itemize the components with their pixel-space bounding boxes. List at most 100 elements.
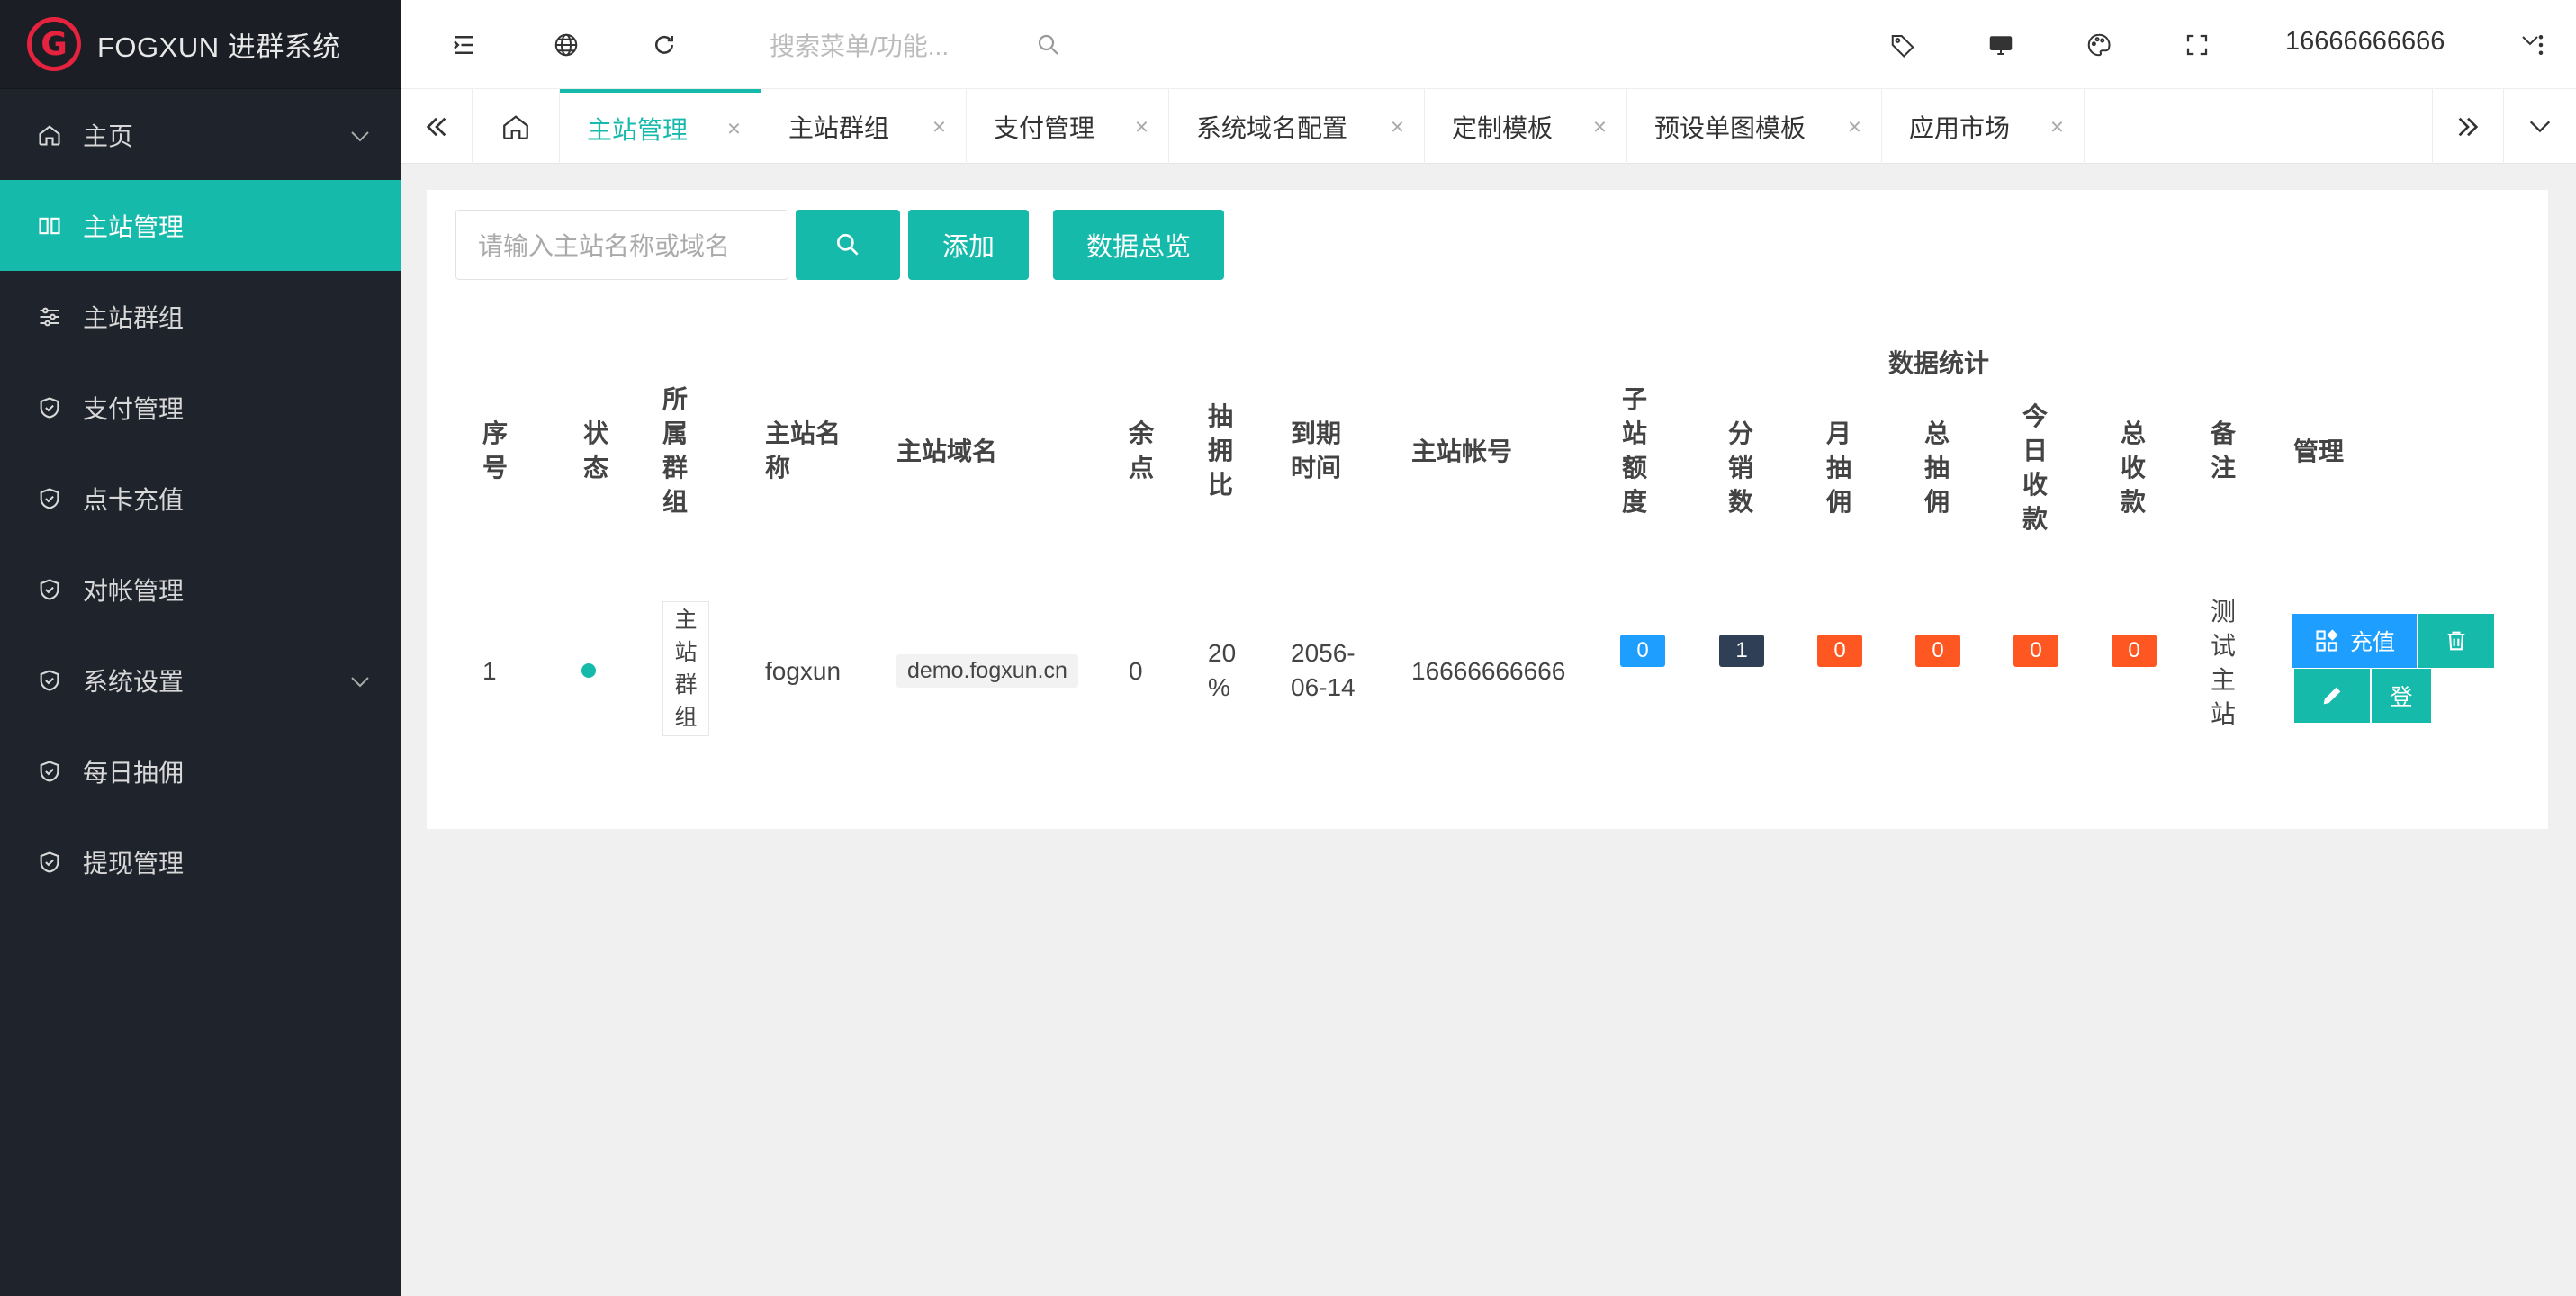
sidebar-item-site-groups[interactable]: 主站群组 xyxy=(0,271,401,362)
badge-distributors: 1 xyxy=(1719,634,1764,667)
tab-label: 定制模板 xyxy=(1452,113,1554,142)
cell-site-name: fogxun xyxy=(765,657,842,685)
search-icon xyxy=(837,234,859,256)
recharge-label: 充值 xyxy=(2349,630,2395,655)
cell-domain[interactable]: demo.fogxun.cn xyxy=(896,654,1078,688)
tab-app-market[interactable]: 应用市场 × xyxy=(1882,89,2085,164)
col-header-group: 所属群组 xyxy=(662,385,689,516)
tabs-menu-dropdown[interactable] xyxy=(2504,89,2576,164)
tab-label: 支付管理 xyxy=(994,113,1095,142)
close-icon[interactable]: × xyxy=(932,112,946,140)
sidebar-item-system-settings[interactable]: 系统设置 xyxy=(0,634,401,725)
sidebar-item-label: 系统设置 xyxy=(83,667,185,696)
fullscreen-icon[interactable] xyxy=(2181,29,2213,61)
shield-check-icon xyxy=(36,758,63,785)
refresh-icon[interactable] xyxy=(648,29,680,61)
sidebar-item-withdrawal[interactable]: 提现管理 xyxy=(0,816,401,907)
tab-preset-image-template[interactable]: 预设单图模板 × xyxy=(1627,89,1882,164)
logo-letter: G xyxy=(41,25,68,63)
app-title: FOGXUN 进群系统 xyxy=(97,31,341,63)
col-header-monthly: 月抽佣 xyxy=(1826,419,1852,516)
close-icon[interactable]: × xyxy=(1391,112,1404,140)
close-icon[interactable]: × xyxy=(1593,112,1607,140)
sidebar-nav: 主页 主站管理 主站群组 支付管理 点卡充值 对帐管理 系统设置 每日抽佣 提现… xyxy=(0,89,401,907)
cell-remark: 测试主站 xyxy=(2211,598,2237,728)
site-search-input[interactable]: 请输入主站名称或域名 xyxy=(455,210,788,280)
shield-check-icon xyxy=(36,394,63,421)
search-icon[interactable] xyxy=(1032,29,1065,61)
sidebar-item-label: 点卡充值 xyxy=(83,485,185,514)
tag-icon[interactable] xyxy=(1887,29,1919,61)
close-icon[interactable]: × xyxy=(1848,112,1861,140)
content-card: 请输入主站名称或域名 添加 数据总览 数据统计 序号 状态 所属群组 主站名称 … xyxy=(427,190,2548,829)
sidebar-item-label: 主站群组 xyxy=(83,303,185,332)
tab-home[interactable] xyxy=(473,89,560,164)
cell-account: 16666666666 xyxy=(1411,657,1566,685)
close-icon[interactable]: × xyxy=(727,114,741,142)
sidebar-item-card-recharge[interactable]: 点卡充值 xyxy=(0,453,401,544)
search-button[interactable] xyxy=(796,210,900,280)
add-button[interactable]: 添加 xyxy=(908,210,1029,280)
sidebar-item-reconciliation[interactable]: 对帐管理 xyxy=(0,544,401,634)
login-button[interactable]: 登 xyxy=(2372,669,2431,723)
col-header-seq: 序号 xyxy=(482,419,509,482)
sidebar-item-home[interactable]: 主页 xyxy=(0,89,401,180)
globe-icon[interactable] xyxy=(550,29,582,61)
col-header-ratio: 抽拥比 xyxy=(1208,402,1234,499)
sidebar-item-payment[interactable]: 支付管理 xyxy=(0,362,401,453)
col-header-balance: 余点 xyxy=(1129,419,1155,482)
tabs-scroll-right-button[interactable] xyxy=(2432,89,2504,164)
tab-payment[interactable]: 支付管理 × xyxy=(967,89,1169,164)
notice-icon[interactable] xyxy=(1985,29,2017,61)
chevron-down-icon xyxy=(350,121,370,149)
logo-mark-icon: G xyxy=(27,17,81,71)
badge-quota: 0 xyxy=(1620,634,1665,667)
menu-search-input[interactable]: 搜索菜单/功能... xyxy=(770,27,949,63)
tabs-scroll-left-button[interactable] xyxy=(401,89,473,164)
pencil-icon xyxy=(2323,687,2341,705)
cell-seq: 1 xyxy=(482,657,497,685)
data-overview-button[interactable]: 数据总览 xyxy=(1053,210,1224,280)
shield-check-icon xyxy=(36,849,63,876)
tab-label: 应用市场 xyxy=(1909,113,2011,142)
app-logo[interactable]: G FOGXUN 进群系统 xyxy=(0,0,401,89)
badge-today-income: 0 xyxy=(2013,634,2058,667)
col-header-expire: 到期时间 xyxy=(1291,419,1342,482)
tab-label: 主站管理 xyxy=(587,115,689,144)
col-header-manage: 管理 xyxy=(2293,437,2345,465)
sidebar-item-site-management[interactable]: 主站管理 xyxy=(0,180,401,271)
status-dot xyxy=(581,663,596,678)
sidebar-item-daily-commission[interactable]: 每日抽佣 xyxy=(0,725,401,816)
sidebar: G FOGXUN 进群系统 主页 主站管理 主站群组 支付管理 点卡充值 对帐管… xyxy=(0,0,401,1296)
sliders-icon xyxy=(36,303,63,330)
group-tag: 主站群组 xyxy=(662,601,709,736)
shield-check-icon xyxy=(36,667,63,694)
tab-site-management[interactable]: 主站管理 × xyxy=(560,89,761,164)
tab-custom-template[interactable]: 定制模板 × xyxy=(1425,89,1627,164)
sidebar-item-label: 对帐管理 xyxy=(83,576,185,605)
col-header-account: 主站帐号 xyxy=(1411,437,1513,465)
palette-icon[interactable] xyxy=(2083,29,2115,61)
col-header-remark: 备注 xyxy=(2211,419,2237,482)
tab-domain-config[interactable]: 系统域名配置 × xyxy=(1169,89,1425,164)
top-header: 搜索菜单/功能... 16666666666 xyxy=(401,0,2576,89)
home-icon xyxy=(36,122,63,148)
badge-total-commission: 0 xyxy=(1915,634,1960,667)
recharge-button[interactable]: 充值 xyxy=(2292,614,2417,668)
close-icon[interactable]: × xyxy=(1135,112,1148,140)
tab-site-groups[interactable]: 主站群组 × xyxy=(761,89,967,164)
collapse-menu-icon[interactable] xyxy=(447,29,480,61)
more-vertical-icon[interactable] xyxy=(2525,29,2557,61)
cell-balance: 0 xyxy=(1129,657,1143,685)
tab-label: 预设单图模板 xyxy=(1654,113,1806,142)
delete-button[interactable] xyxy=(2418,614,2494,668)
sidebar-item-label: 主页 xyxy=(83,122,134,150)
edit-button[interactable] xyxy=(2294,669,2370,723)
cell-ratio: 20 % xyxy=(1208,639,1237,701)
user-account-menu[interactable]: 16666666666 xyxy=(2285,27,2445,57)
chevron-down-icon xyxy=(350,666,370,695)
sidebar-item-label: 支付管理 xyxy=(83,394,185,423)
col-header-quota: 子站额度 xyxy=(1622,385,1648,516)
close-icon[interactable]: × xyxy=(2050,112,2064,140)
sidebar-item-label: 每日抽佣 xyxy=(83,758,185,787)
